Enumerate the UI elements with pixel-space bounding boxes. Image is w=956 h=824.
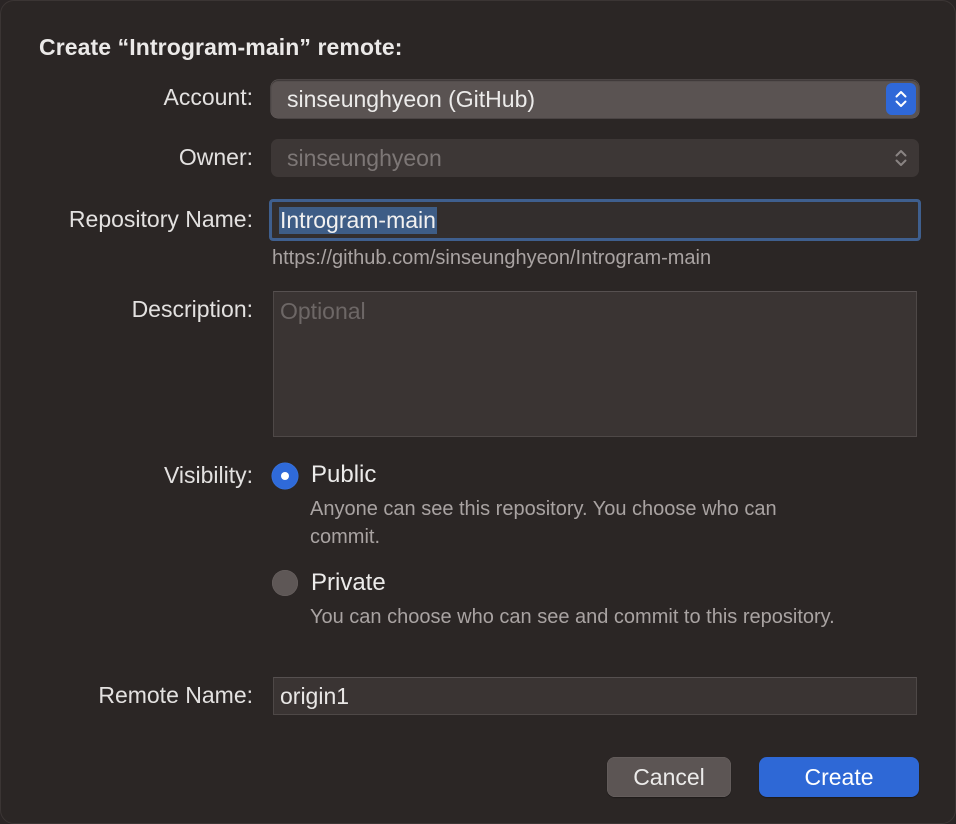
repository-name-field[interactable]: Introgram-main (269, 199, 921, 241)
remote-name-label: Remote Name: (98, 682, 253, 708)
public-radio[interactable] (272, 463, 298, 489)
remote-name-field[interactable]: origin1 (273, 677, 917, 715)
create-button[interactable]: Create (759, 757, 919, 797)
remote-name-value: origin1 (280, 682, 350, 709)
description-label: Description: (131, 296, 253, 322)
create-remote-dialog: Create “Introgram-main” remote: Account:… (0, 0, 956, 824)
public-description: Anyone can see this repository. You choo… (310, 498, 777, 548)
owner-value: sinseunghyeon (287, 144, 442, 171)
cancel-button[interactable]: Cancel (607, 757, 731, 797)
private-description: You can choose who can see and commit to… (310, 606, 835, 628)
description-placeholder: Optional (280, 298, 366, 324)
private-radio[interactable] (272, 570, 298, 596)
repository-url: https://github.com/sinseunghyeon/Introgr… (272, 247, 712, 269)
owner-popup[interactable]: sinseunghyeon (271, 139, 919, 177)
dialog-title: Create “Introgram-main” remote: (39, 34, 403, 60)
account-stepper-icon[interactable] (886, 83, 916, 115)
private-radio-label[interactable]: Private (311, 569, 386, 597)
account-popup[interactable]: sinseunghyeon (GitHub) (271, 80, 919, 118)
repository-name-value: Introgram-main (279, 206, 437, 234)
public-radio-label[interactable]: Public (311, 461, 376, 489)
account-value: sinseunghyeon (GitHub) (287, 85, 536, 112)
account-label: Account: (163, 84, 254, 110)
owner-stepper-icon (886, 142, 916, 174)
description-field[interactable]: Optional (273, 291, 917, 437)
owner-label: Owner: (178, 144, 253, 170)
visibility-label: Visibility: (163, 462, 253, 488)
repository-name-label: Repository Name: (68, 206, 253, 232)
